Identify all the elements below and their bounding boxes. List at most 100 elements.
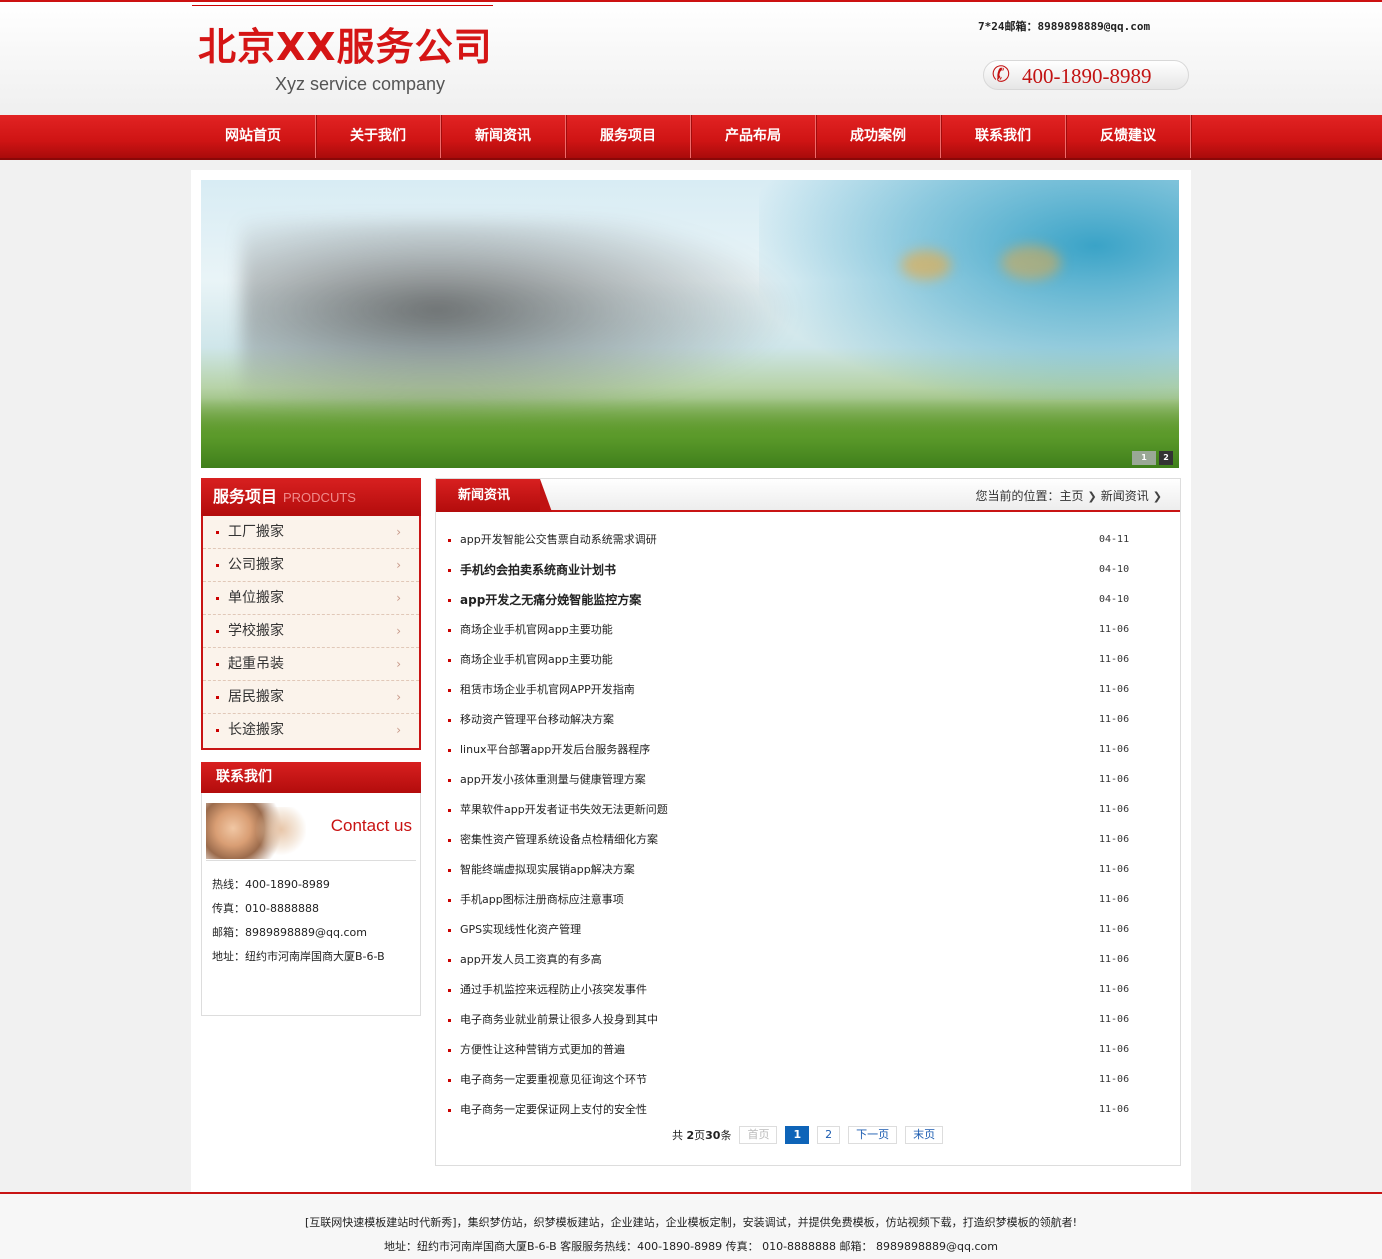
news-item-date: 11-06 xyxy=(1099,984,1130,995)
nav-item-products[interactable]: 产品布局 xyxy=(691,115,816,158)
pager-total-suffix: 条 xyxy=(720,1129,732,1142)
news-item-title[interactable]: 苹果软件app开发者证书失效无法更新问题 xyxy=(460,803,668,816)
chevron-right-icon: › xyxy=(396,591,401,605)
chevron-right-icon: › xyxy=(396,624,401,638)
news-item-title[interactable]: app开发之无痛分娩智能监控方案 xyxy=(460,593,641,607)
news-item[interactable]: 商场企业手机官网app主要功能 11-06 xyxy=(444,645,1164,675)
news-item[interactable]: 密集性资产管理系统设备点检精细化方案 11-06 xyxy=(444,825,1164,855)
breadcrumb-prefix: 您当前的位置： xyxy=(975,489,1060,503)
pager-total-prefix: 共 xyxy=(672,1129,687,1142)
news-item-date: 04-10 xyxy=(1099,594,1130,605)
news-item-title[interactable]: 租赁市场企业手机官网APP开发指南 xyxy=(460,683,635,696)
service-item[interactable]: 工厂搬家 › xyxy=(203,516,419,549)
slide-dot-2[interactable]: 2 xyxy=(1159,451,1173,465)
bullet-icon xyxy=(448,719,451,722)
news-item[interactable]: GPS实现线性化资产管理 11-06 xyxy=(444,915,1164,945)
service-item-label: 学校搬家 xyxy=(228,623,284,639)
news-item-title[interactable]: 通过手机监控来远程防止小孩突发事件 xyxy=(460,983,647,996)
news-item-title[interactable]: 手机app图标注册商标应注意事项 xyxy=(460,893,624,906)
bullet-icon xyxy=(448,599,451,602)
news-item[interactable]: 手机约会拍卖系统商业计划书 04-10 xyxy=(444,555,1164,585)
news-item-date: 11-06 xyxy=(1099,1014,1130,1025)
news-item-title[interactable]: 电子商务一定要保证网上支付的安全性 xyxy=(460,1103,647,1116)
news-item-title[interactable]: 电子商务一定要重视意见征询这个环节 xyxy=(460,1073,647,1086)
chevron-right-icon: › xyxy=(396,690,401,704)
news-item[interactable]: app开发人员工资真的有多高 11-06 xyxy=(444,945,1164,975)
news-item-date: 11-06 xyxy=(1099,624,1130,635)
service-item[interactable]: 起重吊装 › xyxy=(203,648,419,681)
news-item[interactable]: app开发之无痛分娩智能监控方案 04-10 xyxy=(444,585,1164,615)
news-item[interactable]: 苹果软件app开发者证书失效无法更新问题 11-06 xyxy=(444,795,1164,825)
contact-title: 联系我们 xyxy=(201,762,421,793)
news-item-title[interactable]: app开发小孩体重测量与健康管理方案 xyxy=(460,773,646,786)
service-item-label: 工厂搬家 xyxy=(228,524,284,540)
news-item[interactable]: linux平台部署app开发后台服务器程序 11-06 xyxy=(444,735,1164,765)
news-item-title[interactable]: 电子商务业就业前景让很多人投身到其中 xyxy=(460,1013,658,1026)
breadcrumb-home[interactable]: 主页 xyxy=(1060,489,1084,503)
service-item[interactable]: 居民搬家 › xyxy=(203,681,419,714)
service-item-label: 起重吊装 xyxy=(228,656,284,672)
nav-item-cases[interactable]: 成功案例 xyxy=(816,115,941,158)
logo-chinese[interactable]: 北京XX服务公司 xyxy=(198,24,493,70)
banner-light xyxy=(901,250,951,280)
nav-item-news[interactable]: 新闻资讯 xyxy=(441,115,566,158)
news-item-title[interactable]: 移动资产管理平台移动解决方案 xyxy=(460,713,614,726)
news-item-title[interactable]: linux平台部署app开发后台服务器程序 xyxy=(460,743,650,756)
breadcrumb-current[interactable]: 新闻资讯 xyxy=(1101,489,1149,503)
logo-english[interactable]: Xyz service company xyxy=(275,72,445,96)
bullet-icon xyxy=(216,564,219,567)
news-item[interactable]: 电子商务业就业前景让很多人投身到其中 11-06 xyxy=(444,1005,1164,1035)
nav-item-contact[interactable]: 联系我们 xyxy=(941,115,1066,158)
footer-slogan: [互联网快速模板建站时代新秀]，集织梦仿站，织梦模板建站，企业建站，企业模板定制… xyxy=(305,1216,1077,1229)
news-item-title[interactable]: 密集性资产管理系统设备点检精细化方案 xyxy=(460,833,658,846)
service-item[interactable]: 学校搬家 › xyxy=(203,615,419,648)
news-item[interactable]: 移动资产管理平台移动解决方案 11-06 xyxy=(444,705,1164,735)
news-item[interactable]: 商场企业手机官网app主要功能 11-06 xyxy=(444,615,1164,645)
news-item-title[interactable]: app开发智能公交售票自动系统需求调研 xyxy=(460,533,657,546)
service-item-label: 公司搬家 xyxy=(228,557,284,573)
top-email: 7*24邮箱：8989898889@qq.com xyxy=(978,20,1151,33)
nav-item-services[interactable]: 服务项目 xyxy=(566,115,691,158)
nav-item-feedback[interactable]: 反馈建议 xyxy=(1066,115,1191,158)
news-item[interactable]: 通过手机监控来远程防止小孩突发事件 11-06 xyxy=(444,975,1164,1005)
service-item[interactable]: 公司搬家 › xyxy=(203,549,419,582)
news-item[interactable]: 电子商务一定要重视意见征询这个环节 11-06 xyxy=(444,1065,1164,1095)
banner-slideshow[interactable]: 1 2 xyxy=(201,180,1179,468)
news-item-date: 11-06 xyxy=(1099,654,1130,665)
news-item-title[interactable]: 方便性让这种营销方式更加的普遍 xyxy=(460,1043,625,1056)
pager-total-pages: 2 xyxy=(686,1129,695,1142)
pager-page-2[interactable]: 2 xyxy=(817,1126,841,1144)
slide-dot-1[interactable]: 1 xyxy=(1132,451,1156,465)
chevron-right-icon: ❯ xyxy=(1152,490,1162,503)
pager-page-1[interactable]: 1 xyxy=(785,1126,810,1144)
news-item-date: 11-06 xyxy=(1099,834,1130,845)
nav-item-home[interactable]: 网站首页 xyxy=(191,115,316,158)
news-item[interactable]: 方便性让这种营销方式更加的普遍 11-06 xyxy=(444,1035,1164,1065)
news-item[interactable]: 智能终端虚拟现实展销app解决方案 11-06 xyxy=(444,855,1164,885)
news-item[interactable]: app开发智能公交售票自动系统需求调研 04-11 xyxy=(444,525,1164,555)
news-item-title[interactable]: 手机约会拍卖系统商业计划书 xyxy=(460,563,616,577)
services-title-cn: 服务项目 xyxy=(213,487,278,506)
news-item-title[interactable]: 商场企业手机官网app主要功能 xyxy=(460,623,613,636)
news-item-title[interactable]: 智能终端虚拟现实展销app解决方案 xyxy=(460,863,635,876)
news-item[interactable]: 电子商务一定要保证网上支付的安全性 11-06 xyxy=(444,1095,1164,1125)
news-item-title[interactable]: 商场企业手机官网app主要功能 xyxy=(460,653,613,666)
news-item[interactable]: app开发小孩体重测量与健康管理方案 11-06 xyxy=(444,765,1164,795)
bullet-icon xyxy=(448,539,451,542)
bullet-icon xyxy=(448,1109,451,1112)
nav-item-about[interactable]: 关于我们 xyxy=(316,115,441,158)
phone-icon: ✆ xyxy=(989,61,1013,89)
service-item[interactable]: 长途搬家 › xyxy=(203,714,419,747)
news-item[interactable]: 租赁市场企业手机官网APP开发指南 11-06 xyxy=(444,675,1164,705)
pager-last-button[interactable]: 末页 xyxy=(905,1126,944,1144)
banner-light xyxy=(1001,245,1061,280)
news-item-title[interactable]: app开发人员工资真的有多高 xyxy=(460,953,602,966)
pager-next-button[interactable]: 下一页 xyxy=(848,1126,898,1144)
news-item-title[interactable]: GPS实现线性化资产管理 xyxy=(460,923,581,936)
service-item[interactable]: 单位搬家 › xyxy=(203,582,419,615)
news-item-date: 11-06 xyxy=(1099,864,1130,875)
pager-first-button[interactable]: 首页 xyxy=(739,1126,778,1144)
news-item-date: 11-06 xyxy=(1099,774,1130,785)
news-item-date: 11-06 xyxy=(1099,954,1130,965)
news-item[interactable]: 手机app图标注册商标应注意事项 11-06 xyxy=(444,885,1164,915)
